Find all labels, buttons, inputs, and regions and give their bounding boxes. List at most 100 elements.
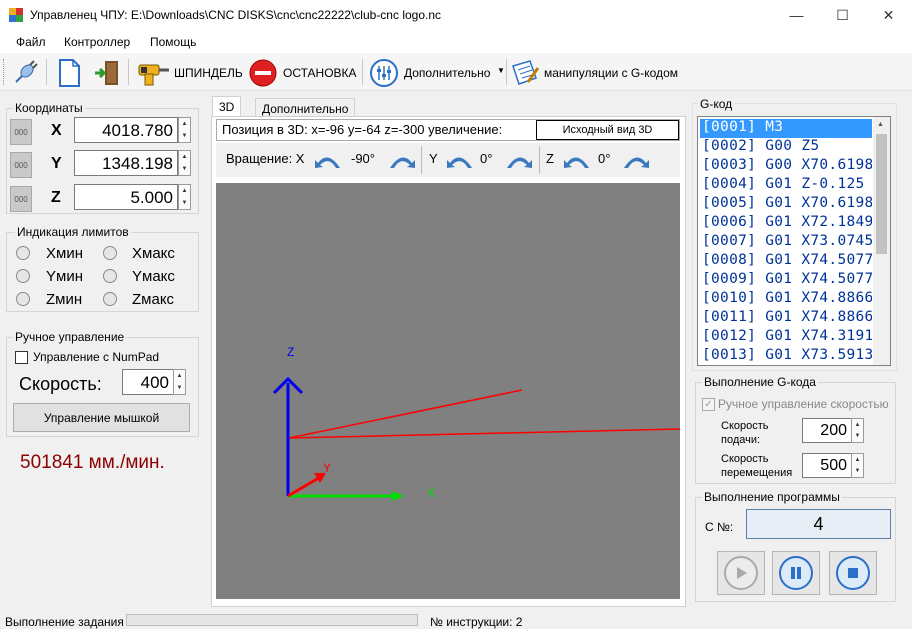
move-speed-spinner[interactable]: ▲ ▼ xyxy=(851,453,864,478)
gcode-line[interactable]: [0008] G01 X74.50774 Y xyxy=(700,252,872,271)
gcode-scrollbar[interactable]: ▲ xyxy=(873,117,890,365)
gcode-line[interactable]: [0002] G00 Z5 xyxy=(700,138,872,157)
spindle-button[interactable]: ШПИНДЕЛЬ xyxy=(174,66,243,80)
gcode-line[interactable]: [0007] G01 X73.07453 Y xyxy=(700,233,872,252)
chevron-down-icon: ▼ xyxy=(497,66,505,75)
rotate-z-left-icon[interactable] xyxy=(563,153,591,169)
xmax-label: Xмакс xyxy=(132,245,175,262)
close-button[interactable]: ✕ xyxy=(866,0,911,30)
gcode-edit-icon[interactable] xyxy=(510,58,540,88)
tab-extra[interactable]: Дополнительно xyxy=(255,98,356,118)
x-axis-label: X xyxy=(427,486,436,500)
rotate-x-right-icon[interactable] xyxy=(388,153,416,169)
rotate-z-right-icon[interactable] xyxy=(622,153,650,169)
ymin-label: Yмин xyxy=(46,268,83,285)
z-axis-label: Z xyxy=(287,345,295,359)
scrollbar-thumb[interactable] xyxy=(876,134,887,254)
gcode-line[interactable]: [0011] G01 X74.8866 Y xyxy=(700,309,872,328)
zero-z-button[interactable]: 000 xyxy=(10,186,32,212)
minimize-button[interactable]: — xyxy=(774,0,819,30)
new-file-icon[interactable] xyxy=(54,58,84,88)
gcode-manip-button[interactable]: манипуляции с G-кодом xyxy=(544,66,678,80)
xmax-indicator xyxy=(103,246,117,260)
move-speed-field[interactable]: 500 xyxy=(802,453,852,478)
numpad-label: Управление с NumPad xyxy=(33,350,160,364)
zmax-label: Zмакс xyxy=(132,291,175,308)
rot-y-label: Y xyxy=(429,151,438,166)
ymax-indicator xyxy=(103,269,117,283)
scroll-up-icon[interactable]: ▲ xyxy=(877,121,884,128)
gexec-title: Выполнение G-кода xyxy=(702,375,818,389)
gcode-line[interactable]: [0001] M3 xyxy=(700,119,872,138)
menu-controller[interactable]: Контроллер xyxy=(64,35,130,49)
speed-field[interactable]: 400 xyxy=(122,369,174,395)
limits-title: Индикация лимитов xyxy=(15,225,131,239)
menu-file[interactable]: Файл xyxy=(16,35,46,49)
feed-speed-spinner[interactable]: ▲ ▼ xyxy=(851,418,864,443)
limits-group: Индикация лимитов Xмин Xмакс Yмин Yмакс … xyxy=(6,225,199,312)
x-spinner[interactable]: ▲ ▼ xyxy=(178,117,191,143)
rotate-y-right-icon[interactable] xyxy=(505,153,533,169)
gcode-line[interactable]: [0013] G01 X73.59136 Y xyxy=(700,347,872,365)
pause-button[interactable] xyxy=(772,551,820,595)
y-axis-label: Y xyxy=(323,461,332,475)
manual-title: Ручное управление xyxy=(13,330,127,344)
z-label: Z xyxy=(51,189,61,206)
rot-z-label: Z xyxy=(546,151,554,166)
task-progress-bar xyxy=(126,614,418,626)
spindle-drill-icon[interactable] xyxy=(137,58,171,88)
menu-help[interactable]: Помощь xyxy=(150,35,196,49)
gcode-line[interactable]: [0010] G01 X74.8866 Y xyxy=(700,290,872,309)
rot-y-value: 0° xyxy=(480,151,493,166)
gcode-lines: [0001] M3 [0002] G00 Z5 [0003] G00 X70.619… xyxy=(700,119,872,365)
play-button[interactable] xyxy=(717,551,765,595)
gcode-line[interactable]: [0004] G01 Z-0.125 xyxy=(700,176,872,195)
zero-x-button[interactable]: 000 xyxy=(10,119,32,145)
zero-y-button[interactable]: 000 xyxy=(10,152,32,178)
rotation-label: Вращение: X xyxy=(226,151,305,166)
zmin-label: Zмин xyxy=(46,291,83,308)
open-door-icon[interactable] xyxy=(92,58,122,88)
rotate-y-left-icon[interactable] xyxy=(446,153,474,169)
tab-3d[interactable]: 3D xyxy=(212,96,242,117)
speed-spinner[interactable]: ▲ ▼ xyxy=(173,369,186,395)
play-icon xyxy=(724,556,758,590)
feed-speed-label-2: подачи: xyxy=(721,434,761,446)
z-spinner[interactable]: ▲ ▼ xyxy=(178,184,191,210)
gcode-line[interactable]: [0005] G01 X70.6198 Y4 xyxy=(700,195,872,214)
x-coordinate-field[interactable]: 4018.780 xyxy=(74,117,178,143)
stop-icon[interactable] xyxy=(248,58,278,88)
from-number-field[interactable]: 4 xyxy=(746,509,891,539)
rotate-x-left-icon[interactable] xyxy=(314,153,342,169)
connect-icon[interactable] xyxy=(10,58,40,88)
manual-speed-checkbox[interactable]: ✓ xyxy=(702,398,715,411)
viewport-3d[interactable]: Z X Y xyxy=(216,183,680,599)
z-coordinate-field[interactable]: 5.000 xyxy=(74,184,178,210)
gcode-line[interactable]: [0006] G01 X72.18491 Y xyxy=(700,214,872,233)
ymin-indicator xyxy=(16,269,30,283)
y-axis-line xyxy=(287,474,323,498)
mouse-control-button[interactable]: Управление мышкой xyxy=(13,403,190,432)
window-title: Управленец ЧПУ: E:\Downloads\CNC DISKS\c… xyxy=(30,8,442,22)
gcode-line[interactable]: [0009] G01 X74.50774 Y xyxy=(700,271,872,290)
stop-program-button[interactable] xyxy=(829,551,877,595)
gcode-line[interactable]: [0003] G00 X70.6198 Y4 xyxy=(700,157,872,176)
maximize-button[interactable]: ☐ xyxy=(820,0,865,30)
zmin-indicator xyxy=(16,292,30,306)
reset-view-button[interactable]: Исходный вид 3D xyxy=(536,120,679,140)
program-title: Выполнение программы xyxy=(702,490,842,504)
feed-speed-field[interactable]: 200 xyxy=(802,418,852,443)
from-number-label: С №: xyxy=(705,520,734,534)
additional-dropdown[interactable]: Дополнительно xyxy=(404,66,490,80)
gcode-exec-group: Выполнение G-кода ✓ Ручное управление ск… xyxy=(695,375,896,484)
stop-button[interactable]: ОСТАНОВКА xyxy=(283,66,357,80)
y-coordinate-field[interactable]: 1348.198 xyxy=(74,150,178,176)
numpad-checkbox[interactable] xyxy=(15,351,28,364)
gcode-listbox[interactable]: [0001] M3 [0002] G00 Z5 [0003] G00 X70.619… xyxy=(697,116,891,366)
gcode-line[interactable]: [0012] G01 X74.3191 Y xyxy=(700,328,872,347)
y-spinner[interactable]: ▲ ▼ xyxy=(178,150,191,176)
toolpath-line xyxy=(288,428,680,439)
sliders-icon[interactable] xyxy=(369,58,399,88)
app-icon xyxy=(9,8,23,22)
toolbar: ШПИНДЕЛЬ ОСТАНОВКА Дополнительно ▼ манип… xyxy=(0,53,912,91)
